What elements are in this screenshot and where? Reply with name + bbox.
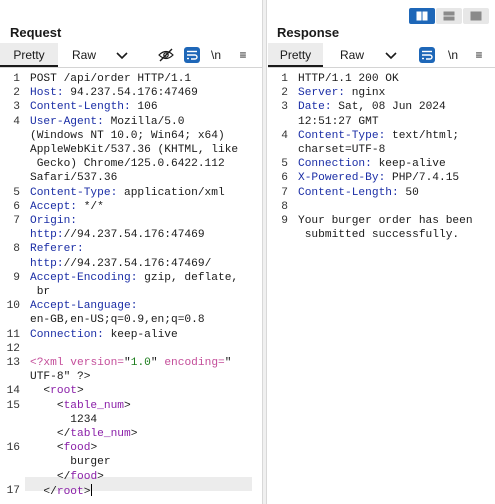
line-number: 4 bbox=[281, 129, 288, 142]
code-line: Server: nginx bbox=[298, 87, 386, 100]
eye-slash-icon[interactable] bbox=[158, 47, 174, 63]
tab-raw[interactable]: Raw bbox=[338, 43, 366, 67]
request-pane: Request Pretty Raw \n ≡ 1 POST /api/order… bbox=[0, 0, 262, 504]
newline-toggle[interactable]: \n bbox=[445, 47, 461, 63]
code-line: Content-Type: text/html; bbox=[298, 129, 460, 142]
code-line: UTF-8" ?> bbox=[30, 371, 91, 384]
line-number: 8 bbox=[13, 243, 20, 256]
line-number: 13 bbox=[6, 357, 20, 369]
line-number: 8 bbox=[281, 200, 288, 213]
code-line: Your burger order has been bbox=[298, 215, 473, 227]
response-pane: Response Pretty Raw \n ≡ 1 HTTP/1.1 200 O… bbox=[268, 0, 495, 504]
code-line: <?xml version="1.0" encoding=" bbox=[30, 357, 232, 369]
line-number: 4 bbox=[13, 115, 20, 128]
newline-toggle[interactable]: \n bbox=[208, 47, 224, 63]
wrap-icon[interactable] bbox=[184, 47, 200, 63]
code-line: <food> bbox=[30, 442, 98, 455]
code-line: Accept-Encoding: gzip, deflate, bbox=[30, 271, 239, 284]
code-line: X-Powered-By: PHP/7.4.15 bbox=[298, 172, 460, 185]
code-line: POST /api/order HTTP/1.1 bbox=[30, 73, 192, 85]
line-number: 11 bbox=[6, 328, 20, 341]
code-line: submitted successfully. bbox=[298, 229, 460, 242]
code-line: (Windows NT 10.0; Win64; x64) bbox=[30, 129, 225, 142]
code-line: </root> bbox=[30, 483, 93, 498]
pane-splitter[interactable] bbox=[262, 0, 267, 504]
line-number: 3 bbox=[281, 101, 288, 114]
menu-icon[interactable]: ≡ bbox=[473, 47, 485, 63]
response-title: Response bbox=[277, 25, 340, 40]
line-number: 3 bbox=[13, 101, 20, 114]
code-line: </food> bbox=[30, 470, 104, 483]
code-line: burger bbox=[30, 456, 111, 469]
wrap-icon[interactable] bbox=[419, 47, 435, 63]
code-line: </table_num> bbox=[30, 428, 138, 440]
code-line: HTTP/1.1 200 OK bbox=[298, 73, 399, 85]
code-line: Content-Length: 50 bbox=[298, 186, 419, 199]
line-number: 2 bbox=[13, 87, 20, 100]
code-line: Referer: bbox=[30, 243, 84, 256]
code-line: AppleWebKit/537.36 (KHTML, like bbox=[30, 144, 239, 156]
code-line: Content-Length: 106 bbox=[30, 101, 158, 114]
chevron-down-icon[interactable] bbox=[382, 47, 400, 63]
code-line: Accept-Language: bbox=[30, 300, 138, 313]
line-number: 6 bbox=[281, 172, 288, 185]
code-line: Host: 94.237.54.176:47469 bbox=[30, 87, 198, 100]
code-line: en-GB,en-US;q=0.9,en;q=0.8 bbox=[30, 314, 205, 327]
line-number: 17 bbox=[6, 484, 20, 497]
code-line: <table_num> bbox=[30, 399, 131, 412]
tab-pretty[interactable]: Pretty bbox=[0, 43, 58, 67]
response-tabs: Pretty Raw \n ≡ bbox=[268, 43, 495, 68]
code-line: Connection: keep-alive bbox=[298, 158, 446, 171]
menu-icon[interactable]: ≡ bbox=[237, 47, 249, 63]
code-line: 1234 bbox=[30, 413, 98, 426]
tab-raw[interactable]: Raw bbox=[70, 43, 98, 67]
line-number: 9 bbox=[13, 271, 20, 284]
line-number: 1 bbox=[13, 73, 20, 85]
request-title: Request bbox=[10, 25, 62, 40]
line-number: 2 bbox=[281, 87, 288, 100]
line-number: 7 bbox=[13, 215, 20, 227]
line-number: 9 bbox=[281, 215, 288, 227]
text-caret bbox=[91, 483, 93, 496]
line-number: 7 bbox=[281, 186, 288, 199]
code-line: 12:51:27 GMT bbox=[298, 115, 379, 128]
code-line: charset=UTF-8 bbox=[298, 144, 386, 156]
code-line: Safari/537.36 bbox=[30, 172, 118, 185]
line-number: 14 bbox=[6, 385, 20, 398]
code-line: http://94.237.54.176:47469 bbox=[30, 229, 205, 242]
code-line: User-Agent: Mozilla/5.0 bbox=[30, 115, 185, 128]
line-number: 5 bbox=[281, 158, 288, 171]
code-line: br bbox=[30, 286, 51, 298]
code-line: Origin: bbox=[30, 215, 77, 227]
request-tabs: Pretty Raw \n ≡ bbox=[0, 43, 262, 68]
code-line: Connection: keep-alive bbox=[30, 328, 178, 341]
tab-pretty[interactable]: Pretty bbox=[268, 43, 323, 67]
code-line: Content-Type: application/xml bbox=[30, 186, 225, 199]
code-line: Accept: */* bbox=[30, 200, 104, 213]
line-number: 15 bbox=[6, 399, 20, 412]
line-number: 10 bbox=[6, 300, 20, 313]
line-number: 6 bbox=[13, 200, 20, 213]
line-number: 16 bbox=[6, 442, 20, 455]
line-number: 12 bbox=[6, 342, 20, 355]
line-number: 5 bbox=[13, 186, 20, 199]
code-line: Date: Sat, 08 Jun 2024 bbox=[298, 101, 446, 114]
code-line: http://94.237.54.176:47469/ bbox=[30, 257, 212, 270]
line-number: 1 bbox=[281, 73, 288, 85]
chevron-down-icon[interactable] bbox=[113, 47, 131, 63]
code-line: Gecko) Chrome/125.0.6422.112 bbox=[30, 158, 225, 171]
code-line: <root> bbox=[30, 385, 84, 398]
